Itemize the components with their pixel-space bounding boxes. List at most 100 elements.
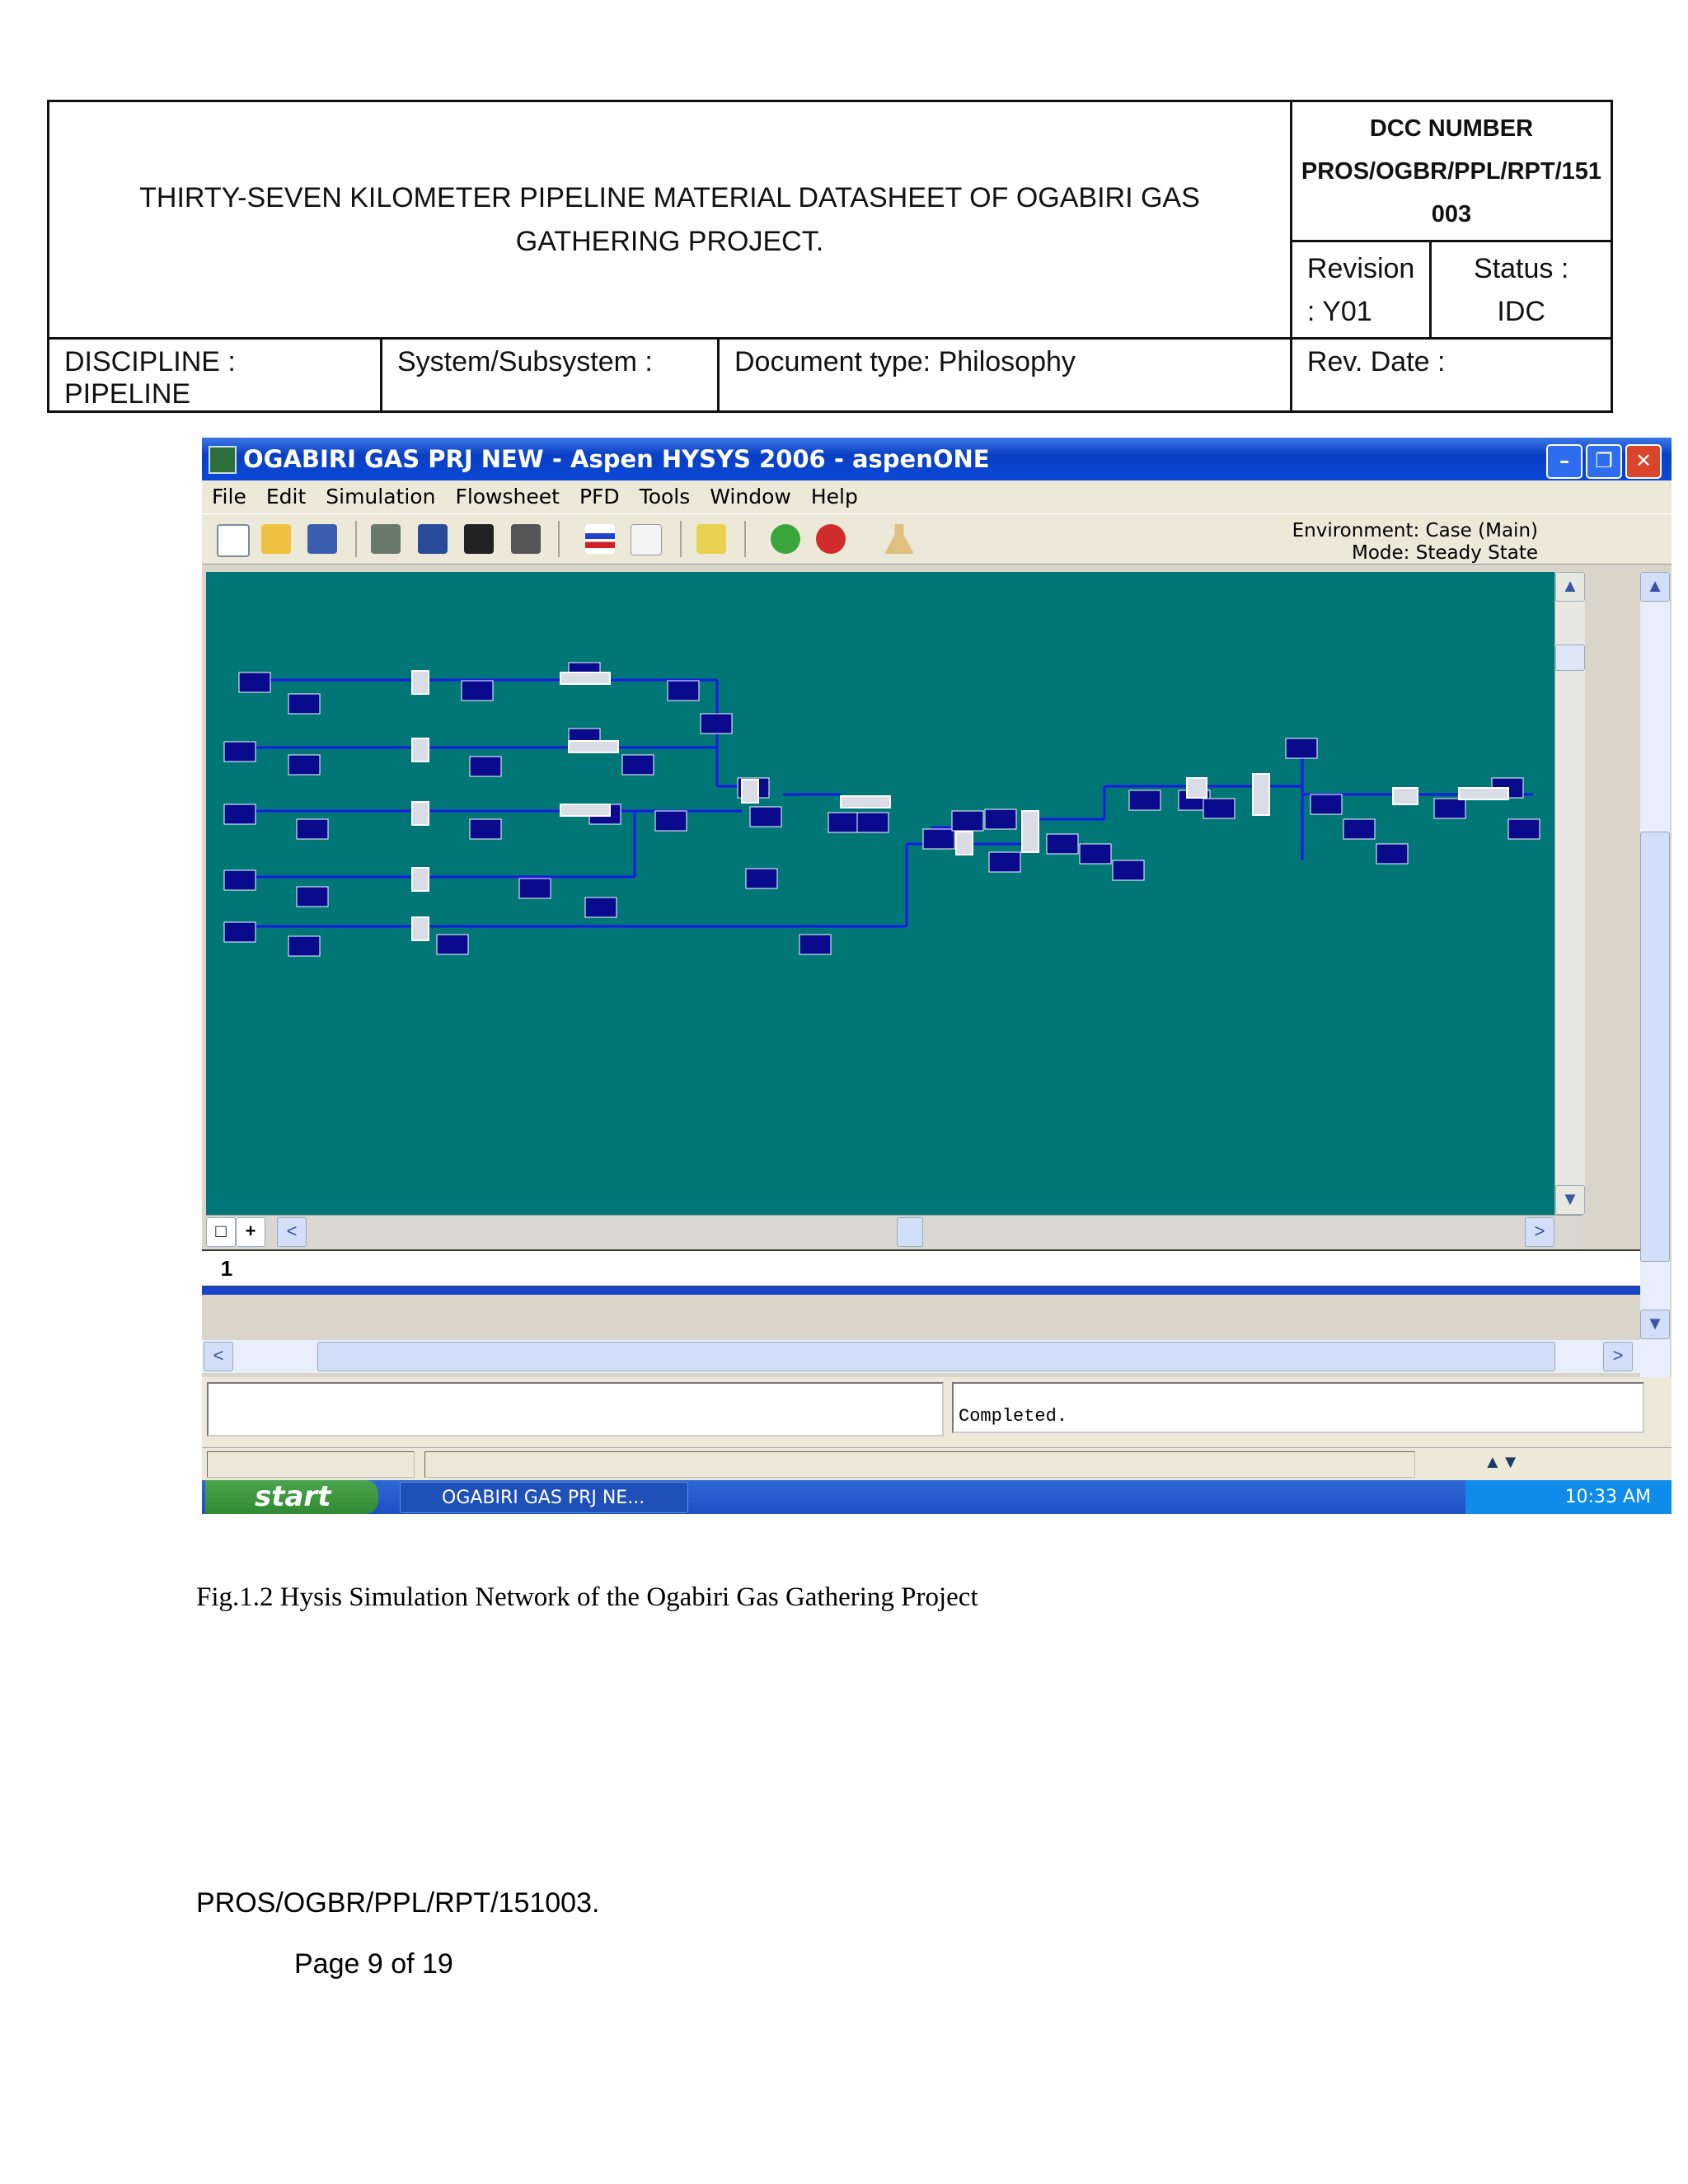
stream-label-block	[223, 741, 256, 762]
scroll-left-icon[interactable]: <	[204, 1342, 233, 1371]
stream-label-block	[828, 812, 860, 833]
unit-operation-icon	[411, 867, 429, 892]
scroll-thumb[interactable]	[317, 1342, 1555, 1371]
stream-label-block	[238, 672, 271, 693]
stream-label-block	[984, 808, 1017, 830]
menu-bar: File Edit Simulation Flowsheet PFD Tools Windo…	[202, 480, 1672, 513]
status-area: Completed.	[202, 1377, 1672, 1447]
zoom-in-icon[interactable]: +	[236, 1217, 265, 1247]
stream-label-block	[745, 868, 778, 889]
menu-help[interactable]: Help	[801, 480, 868, 513]
object-palette-icon[interactable]	[371, 524, 401, 554]
environment-info: Environment: Case (Main) Mode: Steady St…	[1292, 520, 1538, 565]
zoom-out-icon[interactable]: □	[206, 1217, 236, 1247]
window-title: OGABIRI GAS PRJ NEW - Aspen HYSYS 2006 -…	[243, 445, 990, 473]
scroll-up-icon[interactable]: ▲	[1555, 572, 1585, 602]
pfd-canvas[interactable]	[206, 572, 1554, 1215]
menu-simulation[interactable]: Simulation	[316, 480, 445, 513]
restore-icon[interactable]: ❐	[1586, 444, 1622, 479]
system-subsystem: System/Subsystem :	[380, 337, 720, 413]
stream-label-block	[922, 828, 955, 850]
stream-label-block	[1046, 833, 1079, 855]
desktop-horizontal-scrollbar[interactable]: < >	[202, 1340, 1640, 1373]
status-input-box	[207, 1382, 944, 1436]
stream-label-block	[1376, 843, 1409, 865]
flask-icon[interactable]	[884, 524, 914, 554]
stream-label-block	[584, 897, 617, 918]
stream-attach-icon[interactable]	[585, 524, 615, 554]
unit-operation-icon	[411, 738, 429, 762]
solver-holding-icon[interactable]	[816, 524, 846, 554]
status: Status : IDC	[1429, 240, 1613, 340]
discipline: DISCIPLINE : PIPELINE	[47, 337, 382, 413]
stream-label-block	[1310, 794, 1343, 815]
dcc-number: PROS/OGBR/PPL/RPT/151003	[1301, 157, 1602, 227]
stream-label-block	[288, 754, 321, 776]
open-case-icon[interactable]	[261, 524, 291, 554]
menu-file[interactable]: File	[202, 480, 256, 513]
menu-pfd[interactable]: PFD	[570, 480, 630, 513]
scroll-thumb[interactable]	[897, 1217, 923, 1247]
unit-operation-icon	[568, 740, 619, 753]
unit-operation-icon	[411, 916, 429, 941]
start-button[interactable]: start	[205, 1480, 378, 1514]
scroll-right-icon[interactable]: >	[1525, 1217, 1554, 1247]
desktop-vertical-scrollbar[interactable]: ▲ ▼	[1640, 572, 1670, 1458]
stream-label-block	[749, 806, 782, 827]
minimize-icon[interactable]: –	[1546, 444, 1582, 479]
solver-active-icon[interactable]	[771, 524, 800, 554]
menu-window[interactable]: Window	[700, 480, 801, 513]
solver-icon[interactable]	[696, 524, 726, 554]
stream-label-block	[1079, 843, 1112, 865]
stream-label-block	[799, 934, 832, 955]
scroll-up-icon[interactable]: ▲	[1640, 572, 1670, 602]
pfd-tab[interactable]: 1	[202, 1249, 253, 1287]
unit-operation-icon	[741, 779, 759, 804]
menu-flowsheet[interactable]: Flowsheet	[445, 480, 570, 513]
rev-date: Rev. Date :	[1289, 337, 1614, 413]
unit-operation-icon	[840, 795, 891, 808]
stream-label-block	[856, 812, 889, 833]
environment-text: Environment: Case (Main)	[1292, 520, 1538, 541]
system-tray: 10:33 AM	[1465, 1480, 1672, 1514]
stream-label-block	[621, 754, 654, 776]
flowsheet-diagram	[223, 662, 1540, 957]
pfd-tab-label: 1	[220, 1256, 233, 1281]
menu-tools[interactable]: Tools	[630, 480, 701, 513]
workbook-icon[interactable]	[418, 524, 448, 554]
stream-label-block	[1507, 818, 1540, 840]
stream-label-block	[288, 693, 321, 715]
taskbar-item-hysys[interactable]: OGABIRI GAS PRJ NE...	[400, 1482, 688, 1513]
pfd-vertical-scrollbar[interactable]: ▲ ▼	[1554, 572, 1585, 1215]
footer-status-bar: ▲▼	[202, 1447, 1672, 1481]
stream-label-block	[1433, 798, 1466, 819]
break-connection-icon[interactable]	[631, 524, 662, 555]
stream-label-block	[951, 810, 984, 832]
window-titlebar: OGABIRI GAS PRJ NEW - Aspen HYSYS 2006 -…	[202, 438, 1672, 480]
navigator-icon[interactable]	[511, 524, 541, 554]
taskbar-item-label: OGABIRI GAS PRJ NE...	[442, 1488, 645, 1508]
mode-text: Mode: Steady State	[1352, 542, 1538, 564]
find-object-icon[interactable]	[464, 524, 494, 554]
stream-label-block	[1112, 860, 1145, 881]
stream-label-block	[223, 804, 256, 825]
new-case-icon[interactable]	[217, 524, 250, 557]
toolbar-separator	[744, 521, 746, 557]
scroll-left-icon[interactable]: <	[277, 1217, 307, 1247]
menu-edit[interactable]: Edit	[256, 480, 316, 513]
stream-label-block	[1128, 790, 1161, 811]
scroll-right-icon[interactable]: >	[1603, 1342, 1633, 1371]
pfd-horizontal-scrollbar[interactable]: □ + < >	[206, 1215, 1582, 1249]
close-icon[interactable]: ✕	[1625, 444, 1662, 479]
stream-label-block	[1343, 818, 1376, 840]
scroll-down-icon[interactable]: ▼	[1555, 1185, 1585, 1215]
trace-toggle-icon[interactable]: ▲▼	[1484, 1451, 1520, 1473]
save-case-icon[interactable]	[307, 524, 337, 554]
stream-label-block	[469, 818, 502, 840]
scroll-down-icon[interactable]: ▼	[1640, 1310, 1670, 1339]
scroll-thumb[interactable]	[1640, 832, 1670, 1262]
inner-window-border	[202, 1286, 1653, 1295]
windows-taskbar: start OGABIRI GAS PRJ NE... 10:33 AM	[202, 1480, 1672, 1514]
pfd-tab-strip	[251, 1249, 1669, 1287]
scroll-thumb[interactable]	[1555, 644, 1585, 671]
